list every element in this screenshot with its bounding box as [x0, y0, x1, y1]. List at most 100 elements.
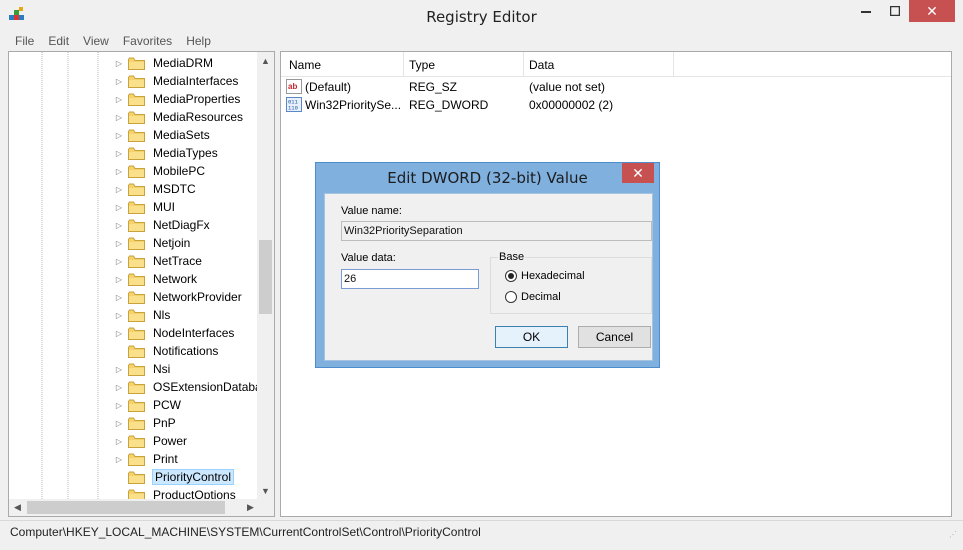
expand-arrow-icon[interactable]: ▷ [113, 59, 125, 68]
tree-node[interactable]: Notifications [113, 342, 219, 360]
tree-node[interactable]: ▷ Power [113, 432, 188, 450]
expand-arrow-icon[interactable]: ▷ [113, 203, 125, 212]
hexadecimal-label[interactable]: Hexadecimal [521, 270, 585, 282]
expand-arrow-icon[interactable]: ▷ [113, 185, 125, 194]
expand-arrow-icon[interactable]: ▷ [113, 77, 125, 86]
tree-node[interactable]: ▷ NetworkProvider [113, 288, 243, 306]
expand-arrow-icon[interactable]: ▷ [113, 383, 125, 392]
folder-icon [128, 255, 145, 268]
value-name-field[interactable]: Win32PrioritySeparation [341, 221, 652, 241]
column-divider[interactable] [523, 52, 524, 76]
dialog-body: Value name: Win32PrioritySeparation Valu… [324, 193, 653, 361]
column-data[interactable]: Data [529, 58, 554, 72]
scroll-down-icon[interactable]: ▼ [257, 482, 274, 499]
tree-node[interactable]: ▷ MediaTypes [113, 144, 219, 162]
registry-tree[interactable]: ▷ MediaDRM ▷ MediaInterfaces ▷ MediaPropertie… [8, 51, 275, 517]
column-divider[interactable] [673, 52, 674, 76]
string-value-icon: ab [286, 79, 302, 94]
cancel-button[interactable]: Cancel [578, 326, 651, 348]
expand-arrow-icon[interactable]: ▷ [113, 437, 125, 446]
expand-arrow-icon[interactable]: ▷ [113, 365, 125, 374]
dialog-close-button[interactable]: ✕ [622, 163, 654, 183]
menu-help[interactable]: Help [179, 32, 218, 50]
expand-arrow-icon[interactable]: ▷ [113, 311, 125, 320]
expand-arrow-icon[interactable]: ▷ [113, 455, 125, 464]
column-type[interactable]: Type [409, 58, 435, 72]
expand-arrow-icon[interactable]: ▷ [113, 131, 125, 140]
ok-button[interactable]: OK [495, 326, 568, 348]
expand-arrow-icon[interactable]: ▷ [113, 113, 125, 122]
tree-node[interactable]: ▷ MobilePC [113, 162, 206, 180]
tree-node[interactable]: ▷ Network [113, 270, 198, 288]
value-data-input[interactable]: 26 [341, 269, 479, 289]
expand-arrow-icon[interactable]: ▷ [113, 149, 125, 158]
tree-hscroll-thumb[interactable] [27, 501, 225, 514]
folder-icon [128, 75, 145, 88]
tree-node[interactable]: ▷ MediaResources [113, 108, 244, 126]
tree-node[interactable]: ▷ OSExtensionDatabase [113, 378, 274, 396]
expand-arrow-icon[interactable]: ▷ [113, 95, 125, 104]
tree-node[interactable]: ▷ MSDTC [113, 180, 197, 198]
minimize-button[interactable] [852, 0, 880, 22]
tree-node[interactable]: ▷ MediaDRM [113, 54, 214, 72]
expand-arrow-icon[interactable]: ▷ [113, 239, 125, 248]
tree-node[interactable]: ▷ Print [113, 450, 179, 468]
decimal-radio[interactable] [505, 291, 517, 303]
tree-scroll-thumb[interactable] [259, 240, 272, 314]
tree-node[interactable]: ▷ MediaProperties [113, 90, 241, 108]
menu-bar: File Edit View Favorites Help [8, 32, 218, 50]
svg-text:110: 110 [288, 105, 298, 112]
tree-node[interactable]: ▷ NodeInterfaces [113, 324, 235, 342]
tree-node[interactable]: ▷ NetTrace [113, 252, 203, 270]
tree-node-label: Notifications [153, 344, 219, 358]
value-row-win32priorityseparation[interactable]: 011 110 Win32PrioritySe... REG_DWORD 0x0… [281, 96, 951, 114]
menu-favorites[interactable]: Favorites [116, 32, 179, 50]
expand-arrow-icon[interactable]: ▷ [113, 167, 125, 176]
tree-node[interactable]: PriorityControl [113, 468, 235, 486]
menu-edit[interactable]: Edit [41, 32, 76, 50]
scroll-left-icon[interactable]: ◀ [9, 499, 26, 516]
tree-node[interactable]: ▷ PCW [113, 396, 182, 414]
column-divider[interactable] [403, 52, 404, 76]
expand-arrow-icon[interactable]: ▷ [113, 257, 125, 266]
tree-node[interactable]: ▷ NetDiagFx [113, 216, 211, 234]
tree-node[interactable]: ▷ Nls [113, 306, 171, 324]
maximize-icon [889, 6, 900, 16]
tree-vertical-scrollbar[interactable]: ▲ ▼ [257, 52, 274, 499]
scroll-up-icon[interactable]: ▲ [257, 52, 274, 69]
tree-node-label: NodeInterfaces [153, 326, 235, 340]
tree-node[interactable]: ▷ MediaSets [113, 126, 211, 144]
value-data: (value not set) [529, 80, 606, 94]
tree-node[interactable]: ▷ PnP [113, 414, 177, 432]
binary-value-icon: 011 110 [286, 97, 302, 112]
tree-node-label: NetDiagFx [153, 218, 210, 232]
hexadecimal-radio[interactable] [505, 270, 517, 282]
tree-node[interactable]: ▷ MUI [113, 198, 176, 216]
expand-arrow-icon[interactable]: ▷ [113, 329, 125, 338]
tree-node[interactable]: ▷ Netjoin [113, 234, 191, 252]
tree-node-label: Nls [153, 308, 171, 322]
expand-arrow-icon[interactable]: ▷ [113, 221, 125, 230]
expand-arrow-icon[interactable]: ▷ [113, 275, 125, 284]
folder-icon [128, 183, 145, 196]
menu-file[interactable]: File [8, 32, 41, 50]
tree-node[interactable]: ▷ Nsi [113, 360, 171, 378]
column-name[interactable]: Name [289, 58, 321, 72]
value-data: 0x00000002 (2) [529, 98, 614, 112]
base-label: Base [498, 251, 526, 263]
close-button[interactable]: ✕ [909, 0, 955, 22]
value-type: REG_SZ [409, 80, 458, 94]
expand-arrow-icon[interactable]: ▷ [113, 419, 125, 428]
menu-view[interactable]: View [76, 32, 116, 50]
status-path: Computer\HKEY_LOCAL_MACHINE\SYSTEM\Curre… [10, 525, 481, 539]
title-bar: Registry Editor ✕ [0, 0, 963, 32]
decimal-label[interactable]: Decimal [521, 291, 561, 303]
resize-grip-icon[interactable]: ⋰ [949, 530, 959, 540]
maximize-button[interactable] [881, 0, 908, 22]
tree-node[interactable]: ▷ MediaInterfaces [113, 72, 239, 90]
value-row-default[interactable]: ab (Default) REG_SZ (value not set) [281, 78, 951, 96]
tree-horizontal-scrollbar[interactable]: ◀ ▶ [9, 499, 259, 516]
tree-node-label: MobilePC [153, 164, 206, 178]
expand-arrow-icon[interactable]: ▷ [113, 401, 125, 410]
expand-arrow-icon[interactable]: ▷ [113, 293, 125, 302]
